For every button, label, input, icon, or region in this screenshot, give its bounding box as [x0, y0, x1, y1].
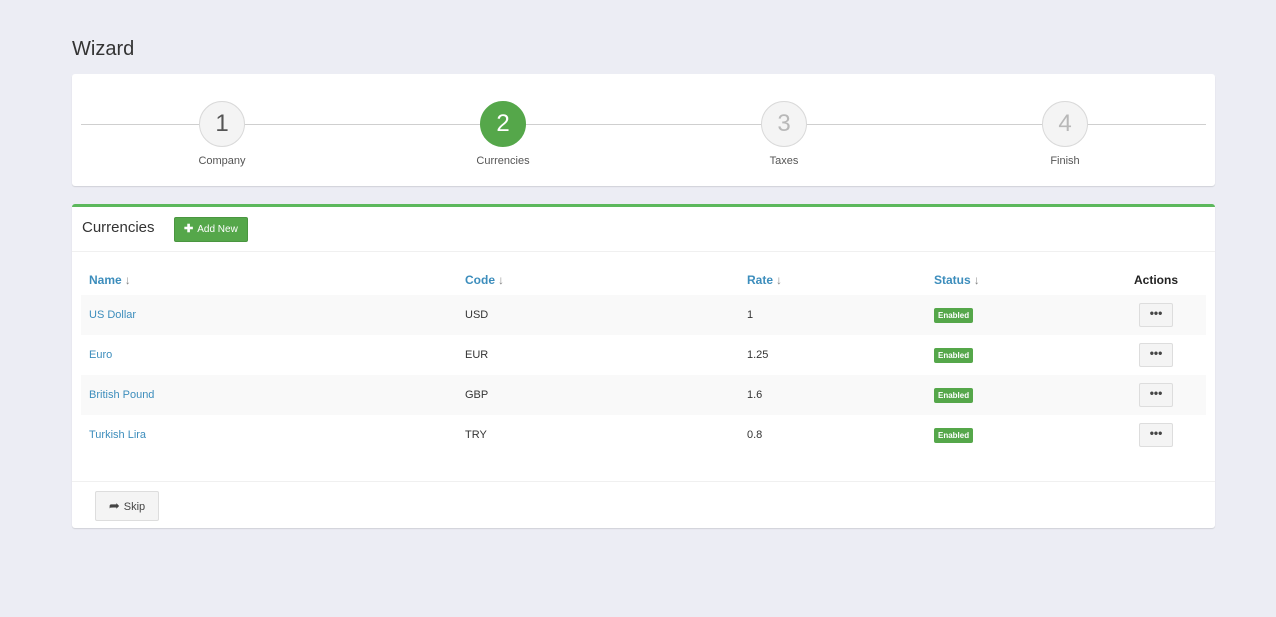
step-company[interactable]: 1 Company [162, 101, 282, 167]
currencies-title: Currencies [82, 219, 155, 236]
currency-name-link[interactable]: Euro [89, 349, 112, 361]
actions-menu-button[interactable]: ••• [1139, 343, 1173, 367]
column-actions-header: Actions [1133, 273, 1178, 287]
currency-code: USD [465, 309, 489, 321]
column-name-header[interactable]: Name ↓ [81, 265, 457, 295]
currency-name-link[interactable]: Turkish Lira [89, 429, 146, 441]
share-arrow-icon: ➦ [108, 498, 120, 513]
table-row: US Dollar USD 1 Enabled ••• [81, 295, 1206, 335]
currency-code: GBP [465, 389, 489, 401]
table-header-row: Name ↓ Code ↓ Rate ↓ Status ↓ Actions [81, 265, 1206, 295]
actions-menu-button[interactable]: ••• [1139, 303, 1173, 327]
step-number: 2 [480, 101, 526, 147]
currency-code: TRY [465, 429, 487, 441]
step-finish[interactable]: 4 Finish [1005, 101, 1125, 167]
table-row: Euro EUR 1.25 Enabled ••• [81, 335, 1206, 375]
currencies-footer: ➦ Skip [72, 481, 1215, 531]
currency-rate: 1.25 [747, 349, 769, 361]
sort-arrow-icon: ↓ [124, 273, 131, 287]
currency-rate: 1 [747, 309, 754, 321]
status-badge: Enabled [934, 387, 974, 403]
currencies-table: Name ↓ Code ↓ Rate ↓ Status ↓ Actions US Dol… [81, 265, 1206, 455]
actions-menu-button[interactable]: ••• [1139, 423, 1173, 447]
sort-arrow-icon: ↓ [498, 273, 504, 287]
page-title: Wizard [72, 38, 135, 60]
currencies-header: Currencies ✚ Add New [72, 207, 1215, 252]
add-new-label: Add New [197, 224, 238, 235]
step-number: 3 [761, 101, 807, 147]
actions-menu-button[interactable]: ••• [1139, 383, 1173, 407]
add-new-button[interactable]: ✚ Add New [174, 217, 248, 242]
currency-rate: 0.8 [747, 429, 763, 441]
status-badge: Enabled [934, 427, 974, 443]
sort-arrow-icon: ↓ [973, 273, 980, 287]
step-number: 1 [199, 101, 245, 147]
step-label: Company [198, 155, 246, 167]
currency-name-link[interactable]: British Pound [89, 389, 154, 401]
wizard-stepper: 1 Company 2 Currencies 3 Taxes 4 Finish [72, 74, 1215, 186]
step-taxes[interactable]: 3 Taxes [724, 101, 844, 167]
status-badge: Enabled [934, 307, 974, 323]
table-row: British Pound GBP 1.6 Enabled ••• [81, 375, 1206, 415]
currency-name-link[interactable]: US Dollar [89, 309, 136, 321]
plus-icon: ✚ [184, 223, 194, 235]
currencies-panel: Currencies ✚ Add New Name ↓ Code ↓ Rate ↓ St… [72, 204, 1215, 528]
currency-code: EUR [465, 349, 489, 361]
column-code-header[interactable]: Code ↓ [457, 265, 739, 295]
step-currencies[interactable]: 2 Currencies [443, 101, 563, 167]
table-row: Turkish Lira TRY 0.8 Enabled ••• [81, 415, 1206, 455]
skip-label: Skip [123, 501, 146, 513]
column-rate-header[interactable]: Rate ↓ [739, 265, 926, 295]
step-label: Taxes [769, 155, 799, 167]
step-label: Currencies [476, 155, 530, 167]
status-badge: Enabled [934, 347, 974, 363]
sort-arrow-icon: ↓ [776, 273, 783, 287]
currency-rate: 1.6 [747, 389, 763, 401]
skip-button[interactable]: ➦ Skip [95, 491, 159, 521]
step-label: Finish [1050, 155, 1080, 167]
column-status-header[interactable]: Status ↓ [926, 265, 1106, 295]
step-number: 4 [1042, 101, 1088, 147]
